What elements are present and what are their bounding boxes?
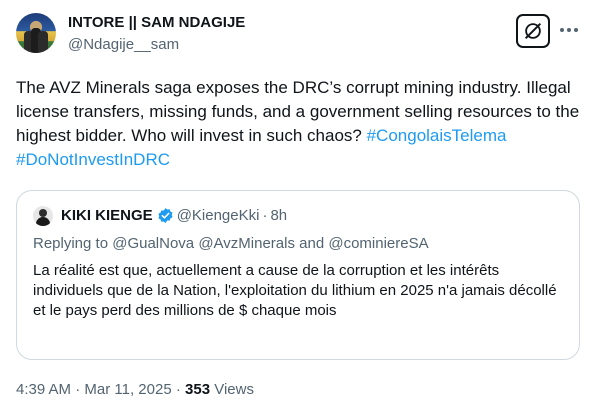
author-avatar[interactable] — [16, 13, 56, 53]
quoted-author-avatar[interactable] — [33, 206, 53, 226]
separator-dot: · — [75, 381, 81, 398]
avatar-head — [39, 209, 47, 217]
author-handle[interactable]: @Ndagije__sam — [68, 36, 179, 53]
quoted-tweet-time[interactable]: 8h — [270, 207, 287, 224]
avatar-figure — [38, 31, 48, 53]
replying-prefix: Replying to — [33, 235, 109, 252]
verified-badge-icon — [158, 208, 173, 223]
mention-link[interactable]: @cominiereSA — [328, 235, 428, 252]
avatar-body — [36, 217, 50, 226]
hashtag-link[interactable]: #CongolaisTelema — [367, 126, 507, 145]
tweet-text: The AVZ Minerals saga exposes the DRC’s … — [16, 76, 582, 172]
quoted-tweet-header: KIKI KIENGE @KiengeKki · 8h — [61, 207, 287, 224]
tweet: INTORE || SAM NDAGIJE @Ndagije__sam The … — [0, 0, 598, 408]
separator-dot: · — [175, 381, 181, 398]
tweet-date[interactable]: Mar 11, 2025 — [84, 381, 171, 398]
separator-dot: · — [262, 207, 268, 224]
mention-link[interactable]: @GualNova — [112, 235, 194, 252]
tweet-meta: 4:39 AM · Mar 11, 2025 · 353 Views — [16, 381, 254, 398]
author-name[interactable]: INTORE || SAM NDAGIJE — [68, 14, 245, 31]
tweet-time[interactable]: 4:39 AM — [16, 381, 71, 398]
grok-icon — [524, 22, 542, 40]
more-button[interactable] — [558, 20, 580, 40]
quoted-author-name[interactable]: KIKI KIENGE — [61, 207, 153, 224]
more-horizontal-icon — [560, 28, 578, 32]
replying-and: and — [299, 235, 325, 252]
grok-button[interactable] — [516, 14, 550, 48]
hashtag-link[interactable]: #DoNotInvestInDRC — [16, 150, 170, 169]
quoted-author-handle[interactable]: @KiengeKki — [177, 207, 260, 224]
views-label: Views — [214, 381, 254, 398]
replying-to: Replying to @GualNova @AvzMinerals and @… — [33, 235, 429, 252]
mention-link[interactable]: @AvzMinerals — [198, 235, 295, 252]
views-count: 353 — [185, 381, 211, 398]
quoted-tweet-text: La réalité est que, actuellement a cause… — [33, 262, 557, 319]
quoted-tweet[interactable]: KIKI KIENGE @KiengeKki · 8h Replying to … — [16, 190, 580, 360]
